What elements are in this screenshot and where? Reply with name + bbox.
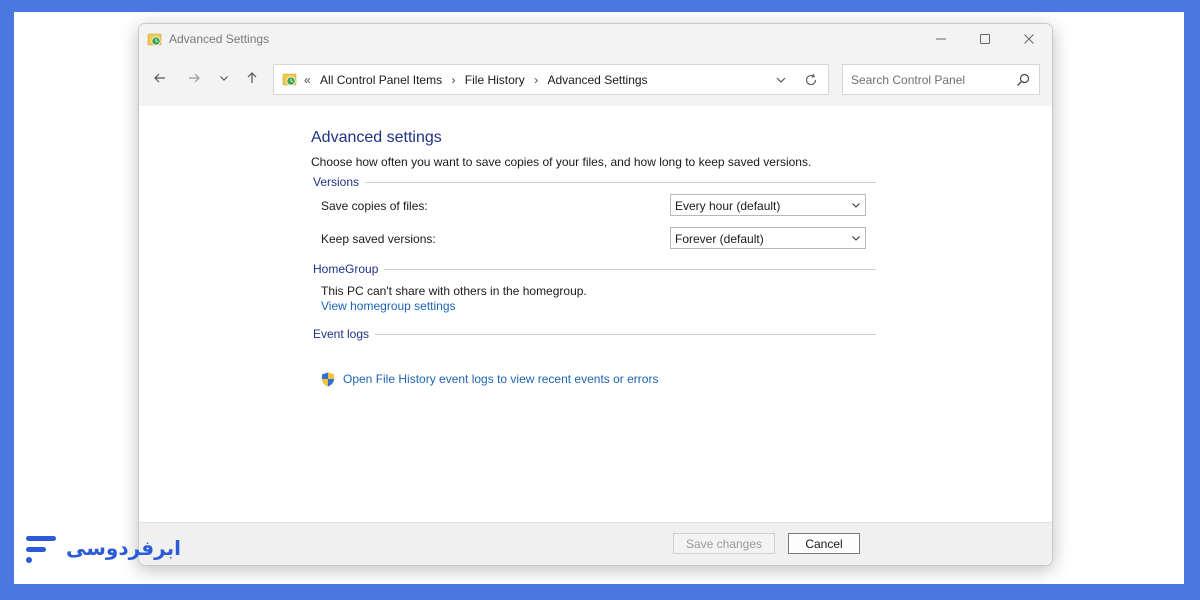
chevron-down-icon (852, 236, 860, 241)
arrow-right-icon (189, 73, 200, 83)
search-input[interactable] (851, 71, 1011, 89)
brand-logo: ابرفردوسی (26, 530, 181, 570)
address-dropdown-icon[interactable] (772, 71, 790, 89)
title-bar: Advanced Settings (139, 24, 1052, 54)
group-divider (313, 269, 876, 270)
cancel-button[interactable]: Cancel (788, 533, 860, 554)
homegroup-group-label: HomeGroup (313, 262, 385, 276)
search-box[interactable] (842, 64, 1040, 95)
page-description: Choose how often you want to save copies… (311, 155, 812, 169)
main-content: Advanced settings Choose how often you w… (139, 106, 1052, 522)
arrow-up-icon (247, 72, 257, 83)
keep-versions-value: Forever (default) (675, 232, 764, 246)
maximize-icon (980, 34, 990, 44)
up-button[interactable] (241, 67, 263, 89)
keep-versions-label: Keep saved versions: (321, 232, 436, 246)
maximize-button[interactable] (962, 24, 1008, 54)
chevron-down-icon (852, 203, 860, 208)
save-copies-value: Every hour (default) (675, 199, 781, 213)
advanced-settings-window: Advanced Settings « All Control Panel It… (138, 23, 1053, 566)
navigation-bar: « All Control Panel Items › File History… (139, 54, 1052, 106)
versions-group: Versions (313, 175, 876, 189)
minimize-icon (936, 38, 946, 40)
save-copies-select[interactable]: Every hour (default) (670, 194, 866, 216)
event-logs-group: Event logs (313, 327, 876, 341)
event-logs-link[interactable]: Open File History event logs to view rec… (343, 372, 658, 386)
forward-button[interactable] (183, 67, 205, 89)
dialog-footer: Save changes Cancel (139, 522, 1052, 565)
homegroup-group: HomeGroup (313, 262, 876, 276)
minimize-button[interactable] (918, 24, 964, 54)
refresh-icon[interactable] (802, 71, 820, 89)
file-history-icon (147, 33, 162, 46)
group-divider (313, 334, 876, 335)
control-panel-icon (282, 73, 297, 86)
close-icon (1024, 34, 1034, 44)
homegroup-status: This PC can't share with others in the h… (321, 284, 587, 298)
breadcrumb: « All Control Panel Items › File History… (304, 73, 648, 87)
address-bar[interactable]: « All Control Panel Items › File History… (273, 64, 829, 95)
brand-mark-icon (26, 536, 56, 563)
brand-logo-text: ابرفردوسی (66, 536, 181, 560)
breadcrumb-all-control-panel-items[interactable]: All Control Panel Items (320, 73, 442, 87)
view-homegroup-settings-link[interactable]: View homegroup settings (321, 299, 456, 313)
event-logs-group-label: Event logs (313, 327, 376, 341)
save-changes-button[interactable]: Save changes (673, 533, 775, 554)
breadcrumb-file-history[interactable]: File History (465, 73, 525, 87)
close-button[interactable] (1006, 24, 1052, 54)
versions-group-label: Versions (313, 175, 366, 189)
breadcrumb-separator-icon: › (451, 73, 456, 87)
uac-shield-icon (322, 372, 334, 387)
group-divider (313, 182, 876, 183)
window-title: Advanced Settings (169, 32, 270, 46)
page-title: Advanced settings (311, 129, 442, 146)
breadcrumb-overflow[interactable]: « (304, 73, 311, 87)
chevron-down-icon (220, 76, 228, 81)
recent-locations-button[interactable] (213, 67, 235, 89)
search-icon[interactable] (1015, 72, 1031, 88)
back-button[interactable] (149, 67, 171, 89)
breadcrumb-separator-icon: › (534, 73, 539, 87)
arrow-left-icon (154, 73, 165, 83)
keep-versions-select[interactable]: Forever (default) (670, 227, 866, 249)
save-copies-label: Save copies of files: (321, 199, 428, 213)
breadcrumb-advanced-settings[interactable]: Advanced Settings (547, 73, 647, 87)
